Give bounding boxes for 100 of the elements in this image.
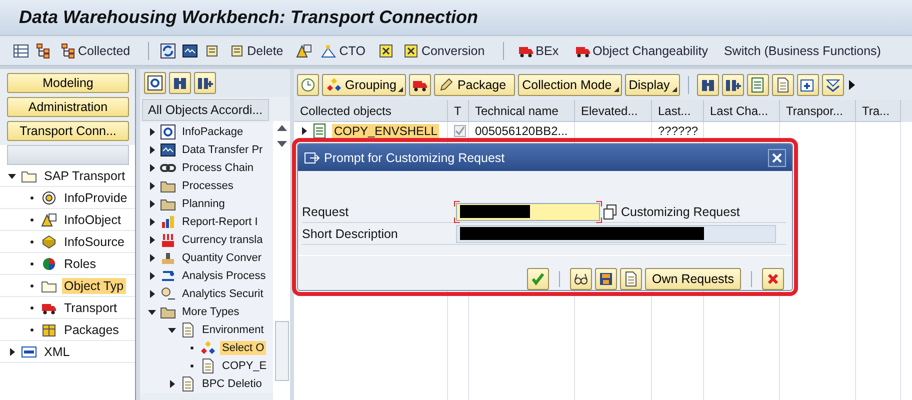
- collapse-arrow-icon[interactable]: [8, 172, 16, 180]
- icon-button[interactable]: [144, 72, 166, 94]
- navigation-button[interactable]: Modeling: [7, 73, 129, 93]
- menu-button[interactable]: Collection Mode: [518, 74, 622, 96]
- currency-icon: [160, 232, 176, 248]
- tree-item[interactable]: InfoProvide: [62, 190, 130, 206]
- cube-icon: [41, 234, 57, 250]
- icon-button[interactable]: [722, 74, 744, 96]
- toolbar-button[interactable]: Conversion: [400, 42, 488, 58]
- icon-button[interactable]: [746, 74, 769, 96]
- tree-item[interactable]: Roles: [62, 256, 98, 272]
- column-header[interactable]: T: [448, 100, 469, 122]
- triangle-grid-icon[interactable]: [296, 42, 312, 58]
- expand-arrow-icon[interactable]: [148, 164, 156, 172]
- refresh-icon[interactable]: [160, 42, 176, 58]
- bullet-icon: [28, 326, 36, 334]
- head-icon: [160, 286, 176, 302]
- screen-icon: [160, 142, 176, 158]
- expand-arrow-icon[interactable]: [148, 146, 156, 154]
- scroll-down-icon[interactable]: [276, 141, 286, 147]
- save-icon: [598, 271, 614, 287]
- field-label: Short Description: [302, 226, 399, 240]
- document-icon: [180, 322, 196, 338]
- gear-icon: [160, 124, 176, 140]
- column-header[interactable]: Collected objects: [294, 100, 448, 122]
- navigation-button[interactable]: Transport Conn...: [7, 121, 129, 141]
- toolbar-button[interactable]: CTO: [318, 42, 368, 58]
- tree-item[interactable]: Packages: [62, 322, 121, 338]
- cross-box-icon: [403, 42, 420, 58]
- list-document-icon: [312, 123, 328, 139]
- icon-button[interactable]: [169, 72, 191, 94]
- xml-icon: [21, 344, 37, 360]
- expand-arrow-icon[interactable]: [148, 128, 156, 136]
- tree-item[interactable]: Object Typ: [62, 278, 126, 294]
- bullet-icon: [188, 362, 196, 370]
- field-description: Customizing Request: [621, 204, 740, 218]
- navigation-button[interactable]: Administration: [7, 97, 129, 117]
- toolbar-button[interactable]: Delete: [226, 42, 286, 58]
- tree-item[interactable]: Transport: [62, 300, 120, 316]
- pencil-icon: [438, 76, 454, 92]
- column-header[interactable]: Last...: [652, 100, 704, 122]
- column-header[interactable]: Tra...: [856, 100, 901, 122]
- icon-button[interactable]: [796, 74, 819, 96]
- toolbar-button[interactable]: BEx: [514, 42, 562, 58]
- collapse-arrow-icon[interactable]: [168, 326, 176, 334]
- collapse-arrow-icon[interactable]: [148, 308, 156, 316]
- icon-button[interactable]: [696, 74, 719, 96]
- scroll-thumb[interactable]: [275, 321, 289, 381]
- bullet-icon: [28, 216, 36, 224]
- diamonds-icon: [326, 76, 342, 92]
- menu-button[interactable]: Grouping: [322, 74, 406, 96]
- expand-arrow-icon[interactable]: [148, 254, 156, 262]
- document-icon: [180, 376, 196, 392]
- document-icon: [200, 358, 216, 374]
- menu-button[interactable]: Display: [624, 74, 680, 96]
- scroll-icon[interactable]: [204, 42, 220, 58]
- more-arrow-icon[interactable]: [848, 80, 855, 90]
- expand-arrow-icon[interactable]: [148, 236, 156, 244]
- icon-button[interactable]: [822, 74, 844, 96]
- value-help-button[interactable]: [602, 202, 618, 220]
- expand-arrow-icon[interactable]: [148, 182, 156, 190]
- expand-arrow-icon[interactable]: [8, 348, 16, 356]
- column-header[interactable]: Elevated...: [575, 100, 652, 122]
- toolbar-button[interactable]: Object Changeability: [572, 42, 711, 58]
- screen-icon[interactable]: [182, 42, 198, 58]
- column-header[interactable]: Last Cha...: [704, 100, 780, 122]
- scroll-up-icon[interactable]: [276, 125, 286, 131]
- toolbar-button[interactable]: Switch (Business Functions): [720, 44, 884, 58]
- tree-item[interactable]: SAP Transport: [42, 168, 128, 184]
- tree-item[interactable]: InfoObject: [62, 212, 123, 228]
- column-header[interactable]: Transpor...: [780, 100, 856, 122]
- tree-item[interactable]: Select O: [220, 341, 266, 355]
- expand-arrow-icon[interactable]: [148, 290, 156, 298]
- icon-button[interactable]: [595, 268, 618, 290]
- document-icon: [774, 76, 791, 92]
- cross-box-icon[interactable]: [378, 42, 394, 58]
- icon-button[interactable]: [772, 74, 794, 96]
- icon-button[interactable]: [620, 268, 642, 290]
- vertical-scrollbar[interactable]: [273, 121, 290, 400]
- tree-item[interactable]: XML: [42, 344, 72, 360]
- mountain-icon: [321, 42, 338, 58]
- toolbar-button[interactable]: Collected: [57, 42, 134, 58]
- add-box-icon: [800, 76, 816, 92]
- scroll-icon: [229, 42, 246, 58]
- expand-arrow-icon[interactable]: [148, 272, 156, 280]
- tree-icon[interactable]: [35, 42, 51, 58]
- close-button[interactable]: [768, 148, 786, 166]
- tree-item[interactable]: InfoSource: [62, 234, 126, 250]
- expand-arrow-icon[interactable]: [148, 218, 156, 226]
- column-header[interactable]: All Objects Accordi...: [142, 99, 269, 121]
- expand-arrow-icon[interactable]: [168, 380, 176, 388]
- diamonds-icon: [200, 340, 216, 356]
- expand-arrow-icon[interactable]: [148, 200, 156, 208]
- table-icon[interactable]: [13, 42, 29, 58]
- column-header[interactable]: Technical name: [469, 100, 575, 122]
- toolbar-button[interactable]: Package: [434, 74, 516, 96]
- icon-button[interactable]: [570, 268, 592, 290]
- icon-button[interactable]: [409, 74, 432, 96]
- own-requests-button[interactable]: Own Requests: [645, 268, 741, 290]
- icon-button[interactable]: [194, 72, 216, 94]
